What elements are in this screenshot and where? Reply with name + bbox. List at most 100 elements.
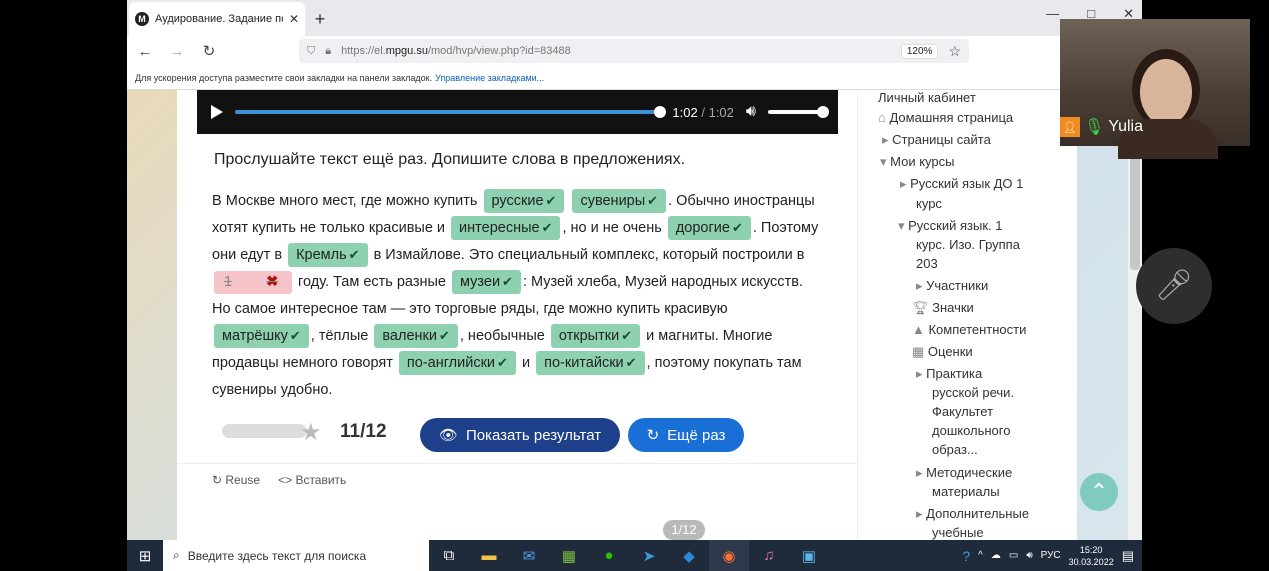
check-icon: ✔ [731,220,743,235]
sidebar-item-methods[interactable]: ▸ Методические [916,465,1012,481]
play-icon[interactable] [211,105,223,119]
activity-content: 1:02 / 1:02 🔊︎ Прослушайте текст ещё раз… [177,90,857,540]
answer-field-correct[interactable]: валенки ✔ [374,324,458,348]
answer-field-correct[interactable]: сувениры ✔ [572,189,667,213]
sidebar-item-course-1-cont: курс [916,196,942,211]
mail-icon[interactable]: ✉ [509,540,549,571]
answer-field-correct[interactable]: дорогие ✔ [667,216,751,240]
language-indicator[interactable]: РУС [1041,550,1061,561]
answer-field-correct[interactable]: открытки ✔ [550,324,641,348]
scroll-to-top-button[interactable]: ⌃ [1080,473,1118,511]
bookmarks-hint: Для ускорения доступа разместите свои за… [135,72,433,83]
sidebar-item-badges[interactable]: 🏆︎ Значки [912,300,974,316]
progress-knob[interactable] [654,106,667,118]
answer-field-correct[interactable]: по-английски ✔ [398,351,516,375]
sidebar-item-practice-cont: дошкольного [932,423,1011,438]
sidebar-item-practice-cont: русской речи. [932,385,1015,400]
url-text: https://el.mpgu.su/mod/hvp/view.php?id=8… [341,45,571,57]
check-icon: ✔ [541,220,553,235]
sidebar-item-cabinet[interactable]: Личный кабинет [878,90,976,105]
bookmark-star-icon[interactable]: ☆ [948,43,961,60]
store-icon[interactable]: ▦ [549,540,589,571]
taskbar-search-input[interactable]: ⌕ Введите здесь текст для поиска [163,540,429,571]
telegram-icon[interactable]: ➤ [629,540,669,571]
task-instruction: Прослушайте текст ещё раз. Допишите слов… [214,151,686,168]
answer-field-correct[interactable]: интересные ✔ [451,216,561,240]
volume-tray-icon[interactable]: 🔊︎ [1026,550,1032,561]
volume-knob[interactable] [817,106,829,118]
sidebar-item-practice-cont: образ... [932,442,978,457]
answer-field-correct[interactable]: Кремль ✔ [288,243,368,267]
chevron-down-icon: ▾ [880,154,891,169]
address-bar[interactable]: ⛉ 🔒︎ https://el.mpgu.su/mod/hvp/view.php… [299,39,969,63]
help-icon[interactable]: ? [962,548,970,564]
network-icon[interactable]: ▭ [1009,550,1018,561]
zoom-level[interactable]: 120% [900,43,939,59]
sidebar-item-course-1[interactable]: ▸ Русский язык ДО 1 [900,176,1023,192]
new-tab-button[interactable]: + [305,2,335,36]
reuse-button[interactable]: ↻ Reuse [212,473,260,487]
check-icon: ✔ [289,328,301,343]
cloud-icon[interactable]: ☁ [991,550,1001,561]
chevron-right-icon: ▸ [900,176,911,191]
slide-counter: 1/12 [663,520,705,540]
sidebar-item-grades[interactable]: ▦ Оценки [912,344,973,360]
tray-chevron-up-icon[interactable]: ^ [978,550,983,561]
image-viewer-icon[interactable]: ▣ [789,540,829,571]
answer-field-correct[interactable]: русские ✔ [483,189,565,213]
video-call-thumbnail[interactable]: 👤︎ 🎙︎ Yulia [1060,19,1250,159]
sidebar-item-competencies[interactable]: ▲ Компетентности [912,322,1026,337]
volume-icon[interactable]: 🔊︎ [746,103,756,121]
notifications-icon[interactable]: ▤ [1122,548,1134,564]
audio-progress-bar[interactable] [235,106,667,118]
audio-time: 1:02 / 1:02 [672,104,734,120]
task-view-icon[interactable]: ⧉ [429,540,469,571]
scrollbar-thumb[interactable] [1130,150,1140,270]
sidebar-item-site-pages[interactable]: ▸ Страницы сайта [882,132,991,148]
shield-icon[interactable]: ⛉ [307,45,315,58]
itunes-icon[interactable]: ♫ [749,540,789,571]
back-icon[interactable]: ← [137,43,153,60]
trophy-icon: 🏆︎ [912,300,933,315]
competency-icon: ▲ [912,322,929,337]
mic-icon: 🎙︎ [1084,119,1105,136]
reload-icon[interactable]: ↻ [201,42,217,60]
lock-icon[interactable]: 🔒︎ [325,45,331,58]
retry-button[interactable]: ↻ Ещё раз [628,418,744,452]
tab-title: Аудирование. Задание по тек [155,13,283,25]
h5p-footer: ↻ Reuse <> Вставить [177,463,857,495]
check-icon: ✔ [545,193,557,208]
taskbar-clock[interactable]: 15:20 30.03.2022 [1069,544,1114,568]
file-explorer-icon[interactable]: ▬ [469,540,509,571]
windows-start-icon[interactable]: ⊞ [127,540,163,571]
browser-tab[interactable]: M Аудирование. Задание по тек ✕ [129,2,305,36]
wechat-icon[interactable]: ● [589,540,629,571]
sidebar-item-home[interactable]: ⌂ Домашняя страница [878,110,1013,125]
firefox-icon[interactable]: ◉ [709,540,749,571]
answer-field-wrong[interactable]: 1 ✖ [214,271,292,294]
close-tab-icon[interactable]: ✕ [289,12,299,26]
microphone-icon: 🎤︎ [1154,269,1194,302]
answer-field-correct[interactable]: матрёшку ✔ [214,324,309,348]
eye-icon: 👁︎ [438,427,458,444]
volume-slider[interactable] [768,106,829,118]
forward-icon[interactable]: → [169,43,185,60]
sidebar-item-my-courses[interactable]: ▾ Мои курсы [880,154,954,170]
score-text: 11/12 [340,421,387,442]
sidebar-item-additional[interactable]: ▸ Дополнительные [916,506,1029,522]
windows-taskbar: ⊞ ⌕ Введите здесь текст для поиска ⧉ ▬ ✉… [127,540,1142,571]
show-result-button[interactable]: 👁︎ Показать результат [420,418,620,452]
sidebar-item-methods-cont: материалы [932,484,1000,499]
answer-field-correct[interactable]: по-китайски ✔ [536,351,645,375]
user-icon: 👤︎ [1060,117,1080,137]
sidebar-item-practice[interactable]: ▸ Практика [916,366,982,382]
floating-mic-button[interactable]: 🎤︎ [1136,248,1212,324]
photos-icon[interactable]: ◆ [669,540,709,571]
minimize-icon[interactable]: — [1046,6,1059,22]
sidebar-item-course-2[interactable]: ▾ Русский язык. 1 [898,218,1002,234]
embed-button[interactable]: <> Вставить [278,473,346,487]
answer-field-correct[interactable]: музеи ✔ [452,270,521,294]
manage-bookmarks-link[interactable]: Управление закладками... [435,73,544,83]
home-icon: ⌂ [878,110,890,125]
sidebar-item-participants[interactable]: ▸ Участники [916,278,988,294]
